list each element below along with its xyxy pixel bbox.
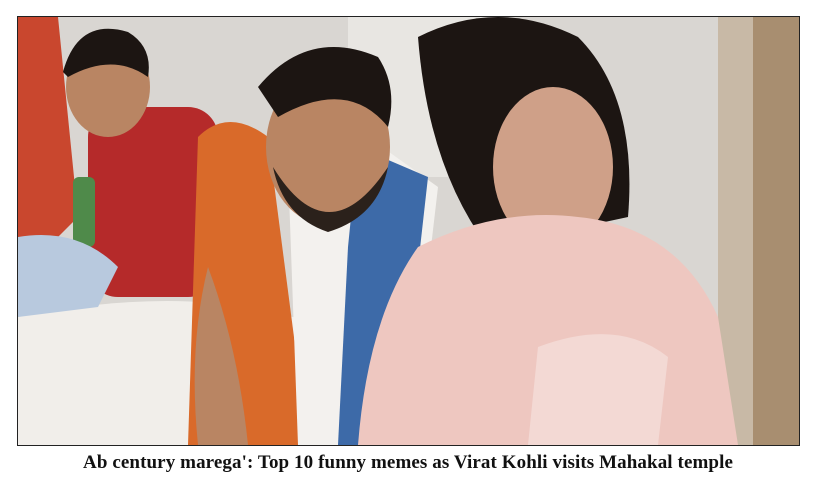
temple-pillar-edge: [753, 17, 799, 445]
article-caption: Ab century marega': Top 10 funny memes a…: [83, 452, 733, 473]
green-bottle: [73, 177, 95, 247]
article-photo: [17, 16, 800, 446]
photo-illustration: [18, 17, 799, 445]
pink-scarf-fold: [528, 334, 668, 445]
